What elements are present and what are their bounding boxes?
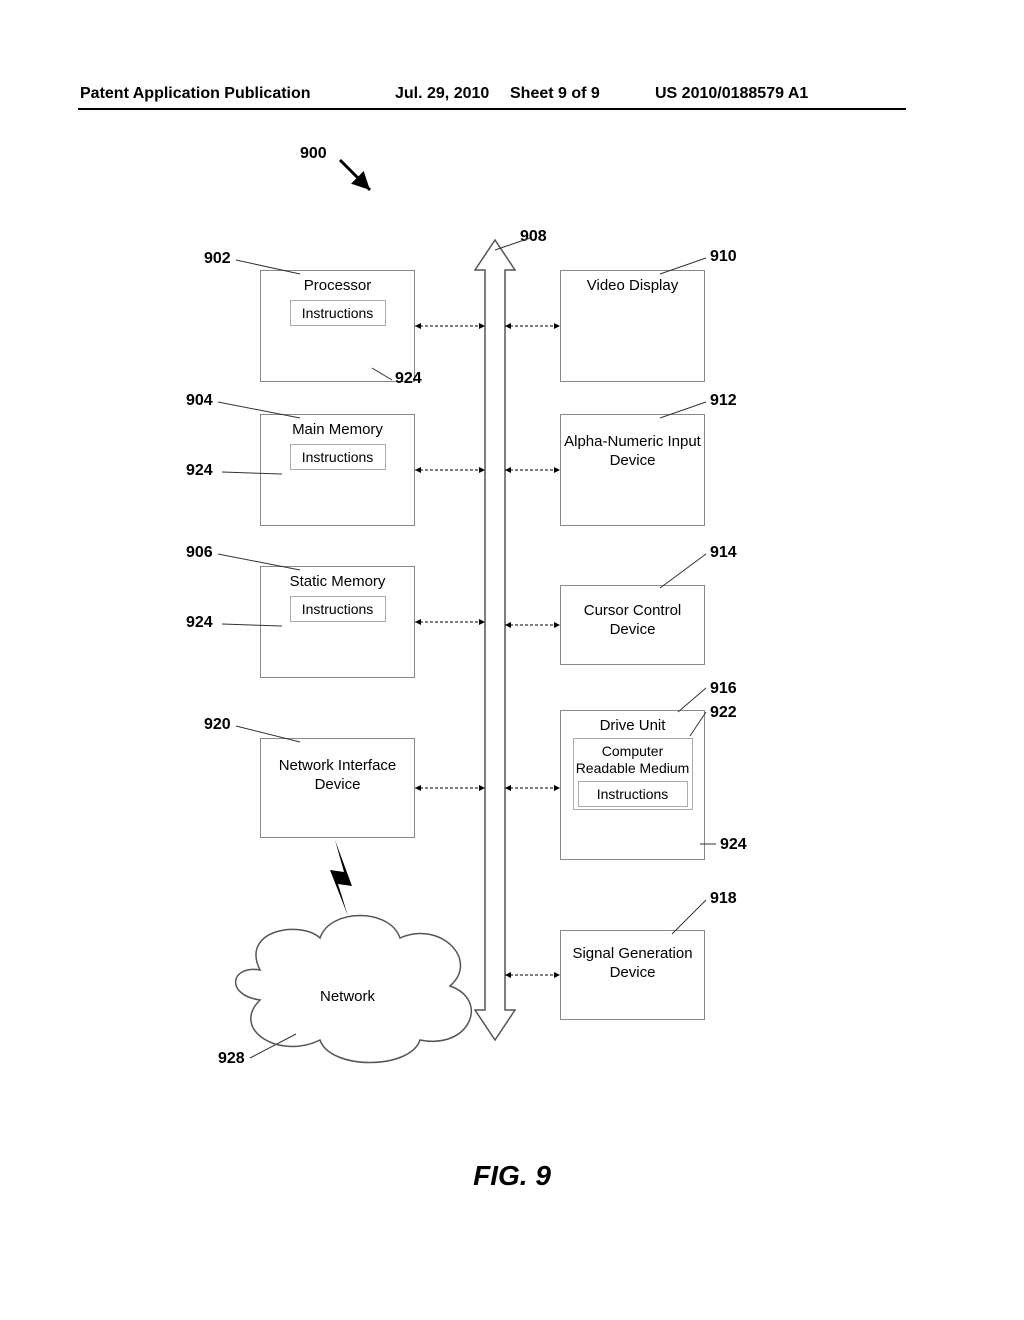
box-network-interface: Network Interface Device [260, 738, 415, 838]
box-signal-gen: Signal Generation Device [560, 930, 705, 1020]
ref-902: 902 [204, 250, 231, 268]
box-alpha-input: Alpha-Numeric Input Device [560, 414, 705, 526]
ref-918: 918 [710, 890, 737, 908]
ref-912: 912 [710, 392, 737, 410]
figure-caption: FIG. 9 [0, 1160, 1024, 1192]
label-processor: Processor [304, 277, 372, 294]
bolt-icon [330, 840, 352, 916]
ref-900: 900 [300, 145, 327, 163]
label-alpha-input: Alpha-Numeric Input Device [561, 433, 704, 471]
ref-924-a: 924 [395, 370, 422, 388]
ref-904: 904 [186, 392, 213, 410]
ref-922: 922 [710, 704, 737, 722]
ref-914: 914 [710, 544, 737, 562]
header-rule [78, 108, 906, 110]
label-signal-gen: Signal Generation Device [561, 945, 704, 983]
ref-924-d: 924 [720, 836, 747, 854]
bus-arrow-icon [475, 240, 515, 1040]
ref-924-c: 924 [186, 614, 213, 632]
label-network: Network [320, 988, 375, 1005]
header-docno: US 2010/0188579 A1 [655, 85, 808, 103]
instructions-static-memory: Instructions [290, 596, 386, 622]
ref-916: 916 [710, 680, 737, 698]
ref-924-b: 924 [186, 462, 213, 480]
box-processor: Processor Instructions [260, 270, 415, 382]
system-diagram: 900 908 902 Processor Instructions 924 9… [0, 130, 1024, 1130]
ref-910: 910 [710, 248, 737, 266]
ref-906: 906 [186, 544, 213, 562]
instructions-processor: Instructions [290, 300, 386, 326]
box-video-display: Video Display [560, 270, 705, 382]
header-date: Jul. 29, 2010 [395, 85, 489, 103]
box-static-memory: Static Memory Instructions [260, 566, 415, 678]
label-video-display: Video Display [587, 277, 678, 294]
box-readable-medium: Computer Readable Medium Instructions [573, 738, 693, 810]
svg-overlay [0, 130, 1024, 1130]
label-main-memory: Main Memory [292, 421, 383, 438]
box-main-memory: Main Memory Instructions [260, 414, 415, 526]
label-drive-unit: Drive Unit [600, 717, 666, 734]
header-sheet: Sheet 9 of 9 [510, 85, 600, 103]
box-drive-unit: Drive Unit Computer Readable Medium Inst… [560, 710, 705, 860]
instructions-drive-unit: Instructions [578, 781, 688, 807]
ref-920: 920 [204, 716, 231, 734]
box-cursor-control: Cursor Control Device [560, 585, 705, 665]
label-readable-medium: Computer Readable Medium [576, 743, 690, 777]
ref-908: 908 [520, 228, 547, 246]
header-publication: Patent Application Publication [80, 85, 311, 103]
label-cursor-control: Cursor Control Device [561, 602, 704, 640]
ref-928: 928 [218, 1050, 245, 1068]
instructions-main-memory: Instructions [290, 444, 386, 470]
label-network-interface: Network Interface Device [261, 757, 414, 795]
label-static-memory: Static Memory [290, 573, 386, 590]
